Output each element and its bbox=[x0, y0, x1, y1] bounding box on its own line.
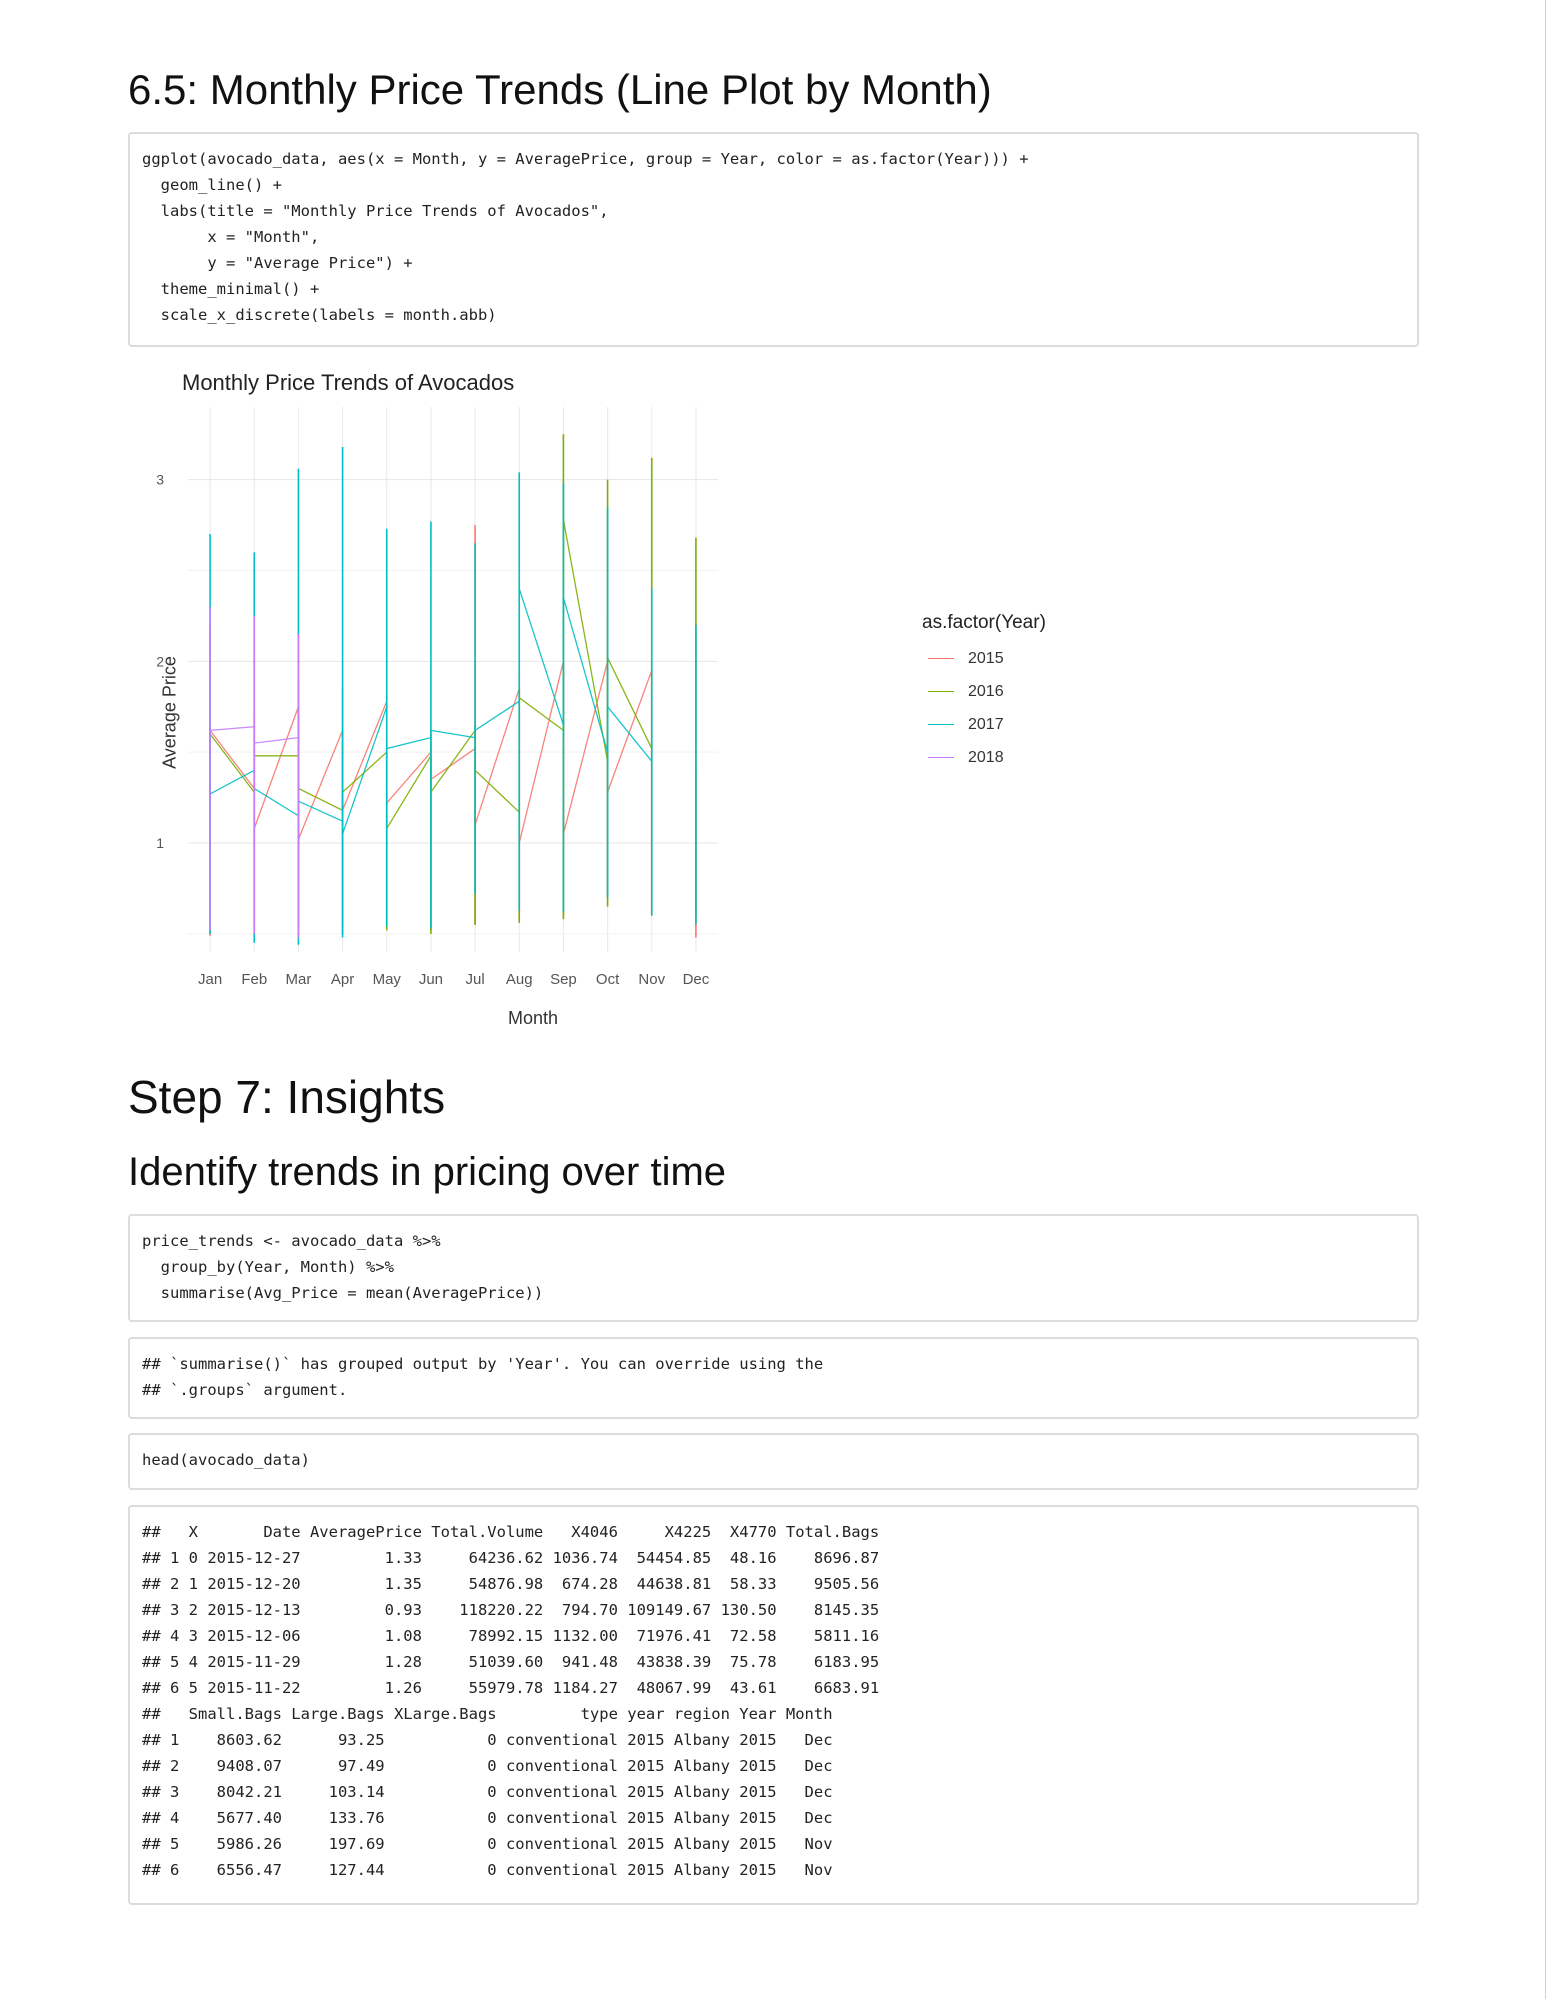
x-tick-label: Sep bbox=[550, 971, 577, 988]
x-tick-label: Jul bbox=[465, 971, 484, 988]
x-tick-label: Jun bbox=[419, 971, 443, 988]
legend-item-2016: 2016 bbox=[922, 675, 1046, 708]
y-tick-label: 1 bbox=[156, 835, 164, 851]
code-text: price_trends <- avocado_data %>% group_b… bbox=[142, 1232, 544, 1302]
legend-item-2017: 2017 bbox=[922, 708, 1046, 741]
x-tick-label: Nov bbox=[638, 971, 665, 988]
legend-title: as.factor(Year) bbox=[922, 612, 1046, 633]
legend-label: 2015 bbox=[968, 649, 1004, 667]
y-tick-label: 3 bbox=[156, 472, 164, 488]
legend-key-swatch bbox=[928, 723, 954, 726]
legend-key-swatch bbox=[928, 690, 954, 693]
x-tick-label: Dec bbox=[683, 971, 710, 988]
legend-key-swatch bbox=[928, 756, 954, 759]
x-tick-label: Mar bbox=[285, 971, 311, 988]
series-2018-line bbox=[210, 726, 299, 744]
legend-item-2018: 2018 bbox=[922, 741, 1046, 774]
legend-item-2015: 2015 bbox=[922, 642, 1046, 675]
output-text: ## `summarise()` has grouped output by '… bbox=[142, 1355, 824, 1399]
output-block-head: ## X Date AveragePrice Total.Volume X404… bbox=[128, 1505, 1419, 1905]
output-block-summarise: ## `summarise()` has grouped output by '… bbox=[128, 1337, 1419, 1419]
x-tick-label: Apr bbox=[331, 971, 354, 988]
line-chart: Monthly Price Trends of Avocados Average… bbox=[128, 362, 1088, 1042]
x-tick-label: Oct bbox=[596, 971, 620, 988]
x-tick-label: Aug bbox=[506, 971, 533, 988]
subsection-heading-trends: Identify trends in pricing over time bbox=[128, 1150, 727, 1194]
legend: as.factor(Year) 2015 2016 2017 2018 bbox=[922, 612, 1046, 774]
code-text: head(avocado_data) bbox=[142, 1451, 310, 1469]
section-heading-6-5: 6.5: Monthly Price Trends (Line Plot by … bbox=[128, 66, 992, 113]
code-block-price-trends: price_trends <- avocado_data %>% group_b… bbox=[128, 1214, 1419, 1322]
legend-key-swatch bbox=[928, 657, 954, 660]
code-text: ggplot(avocado_data, aes(x = Month, y = … bbox=[142, 150, 1029, 324]
code-block-head: head(avocado_data) bbox=[128, 1433, 1419, 1490]
section-heading-step-7: Step 7: Insights bbox=[128, 1071, 446, 1123]
y-tick-label: 2 bbox=[156, 653, 164, 669]
legend-items: 2015 2016 2017 2018 bbox=[922, 642, 1046, 774]
legend-label: 2017 bbox=[968, 715, 1004, 733]
x-tick-label: Jan bbox=[198, 971, 222, 988]
legend-label: 2016 bbox=[968, 682, 1004, 700]
x-tick-label: May bbox=[373, 971, 402, 988]
x-axis-label: Month bbox=[508, 1008, 559, 1028]
x-tick-label: Feb bbox=[241, 971, 267, 988]
code-block-ggplot: ggplot(avocado_data, aes(x = Month, y = … bbox=[128, 132, 1419, 347]
output-text: ## X Date AveragePrice Total.Volume X404… bbox=[142, 1523, 880, 1879]
legend-label: 2018 bbox=[968, 748, 1004, 766]
